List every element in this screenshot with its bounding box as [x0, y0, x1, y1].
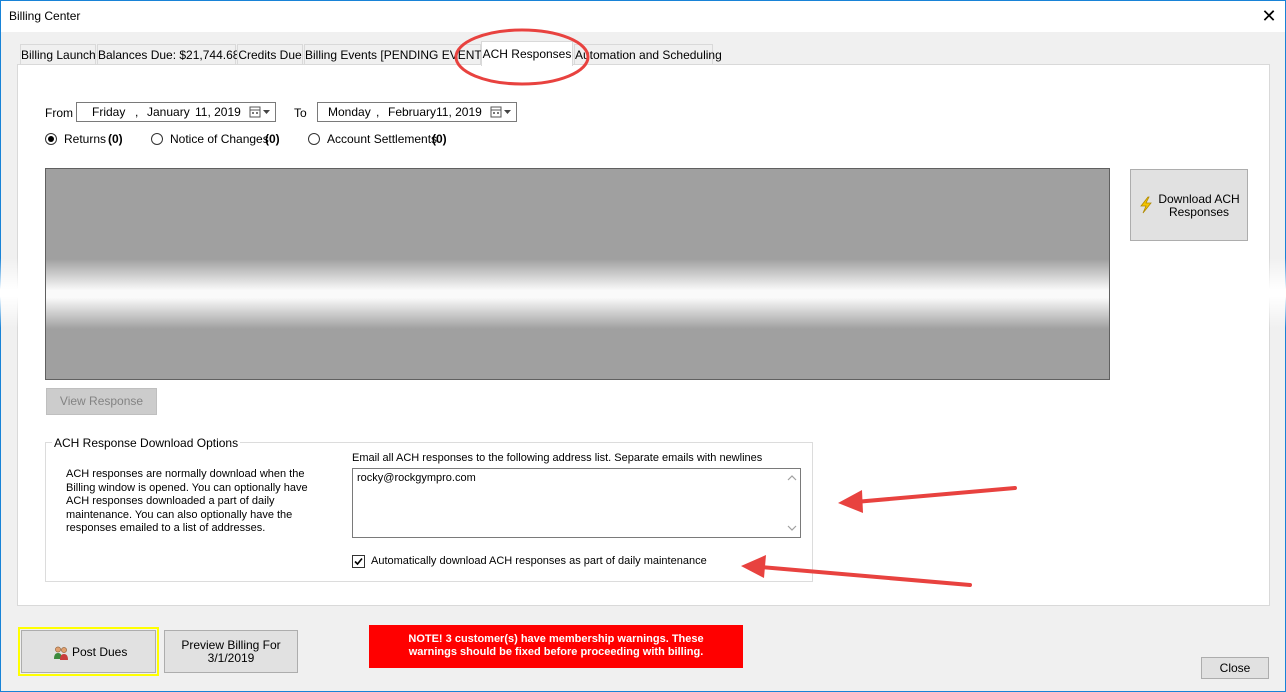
title-bar: Billing Center ✕ — [1, 1, 1285, 32]
email-list-input[interactable]: rocky@rockgympro.com — [352, 468, 801, 538]
fade-band-left — [0, 258, 45, 328]
fade-band-right — [1110, 258, 1286, 328]
email-list-label: Email all ACH responses to the following… — [352, 452, 763, 464]
membership-warning-banner: NOTE! 3 customer(s) have membership warn… — [369, 625, 743, 668]
download-ach-responses-button[interactable]: Download ACH Responses — [1130, 169, 1248, 241]
group-title: ACH Response Download Options — [52, 436, 241, 450]
to-month: February — [388, 105, 437, 119]
tab-credits-due[interactable]: Credits Due — [237, 44, 303, 64]
account-settlements-label[interactable]: Account Settlements — [327, 132, 437, 146]
from-day-year: 11, 2019 — [195, 105, 241, 119]
calendar-icon[interactable] — [249, 105, 273, 119]
window-close-button[interactable]: ✕ — [1255, 3, 1283, 29]
email-list-scrollbar[interactable] — [784, 469, 800, 537]
checkmark-icon — [354, 557, 363, 566]
tab-balances-due[interactable]: Balances Due: $21,744.68 — [97, 44, 239, 64]
from-weekday: Friday — [92, 105, 126, 119]
grid-fade-band — [46, 259, 1109, 329]
to-label: To — [294, 106, 307, 120]
from-label: From — [45, 106, 73, 120]
window-title: Billing Center — [9, 9, 81, 23]
preview-billing-date: 3/1/2019 — [207, 651, 255, 665]
close-button[interactable]: Close — [1201, 657, 1269, 679]
returns-radio[interactable] — [45, 133, 57, 145]
to-sep: , — [376, 105, 380, 119]
notice-of-changes-label[interactable]: Notice of Changes — [170, 132, 269, 146]
post-dues-button[interactable]: Post Dues — [21, 630, 156, 673]
warning-line1: NOTE! 3 customer(s) have membership warn… — [408, 633, 704, 645]
returns-label[interactable]: Returns — [64, 132, 106, 146]
auto-download-label[interactable]: Automatically download ACH responses as … — [371, 555, 707, 567]
from-date-picker[interactable]: Friday , January 11, 2019 — [76, 102, 276, 122]
to-weekday: Monday — [328, 105, 371, 119]
ach-responses-grid[interactable] — [45, 168, 1110, 380]
tab-billing-launch[interactable]: Billing Launch — [20, 44, 96, 64]
people-icon — [54, 646, 68, 660]
from-month: January — [147, 105, 190, 119]
to-day-year: 11, 2019 — [436, 105, 482, 119]
returns-count: (0) — [108, 132, 123, 146]
notice-of-changes-radio[interactable] — [151, 133, 163, 145]
view-response-button[interactable]: View Response — [46, 388, 157, 415]
account-settlements-count: (0) — [432, 132, 447, 146]
lightning-icon — [1140, 196, 1152, 214]
calendar-icon[interactable] — [490, 105, 514, 119]
tab-automation-scheduling[interactable]: Automation and Scheduling — [574, 44, 722, 64]
notice-of-changes-count: (0) — [265, 132, 280, 146]
account-settlements-radio[interactable] — [308, 133, 320, 145]
tab-billing-events[interactable]: Billing Events [PENDING EVENTS] — [304, 44, 493, 64]
tab-ach-responses[interactable]: ACH Responses — [481, 41, 573, 66]
post-dues-label: Post Dues — [72, 645, 128, 659]
options-help-text: ACH responses are normally download when… — [66, 468, 308, 534]
from-sep: , — [135, 105, 139, 119]
auto-download-checkbox[interactable] — [352, 555, 365, 568]
to-date-picker[interactable]: Monday , February 11, 2019 — [317, 102, 517, 122]
download-ach-line2: Responses — [1168, 205, 1230, 219]
warning-line2: warnings should be fixed before proceedi… — [408, 646, 704, 658]
preview-billing-button[interactable]: Preview Billing For 3/1/2019 — [164, 630, 298, 673]
